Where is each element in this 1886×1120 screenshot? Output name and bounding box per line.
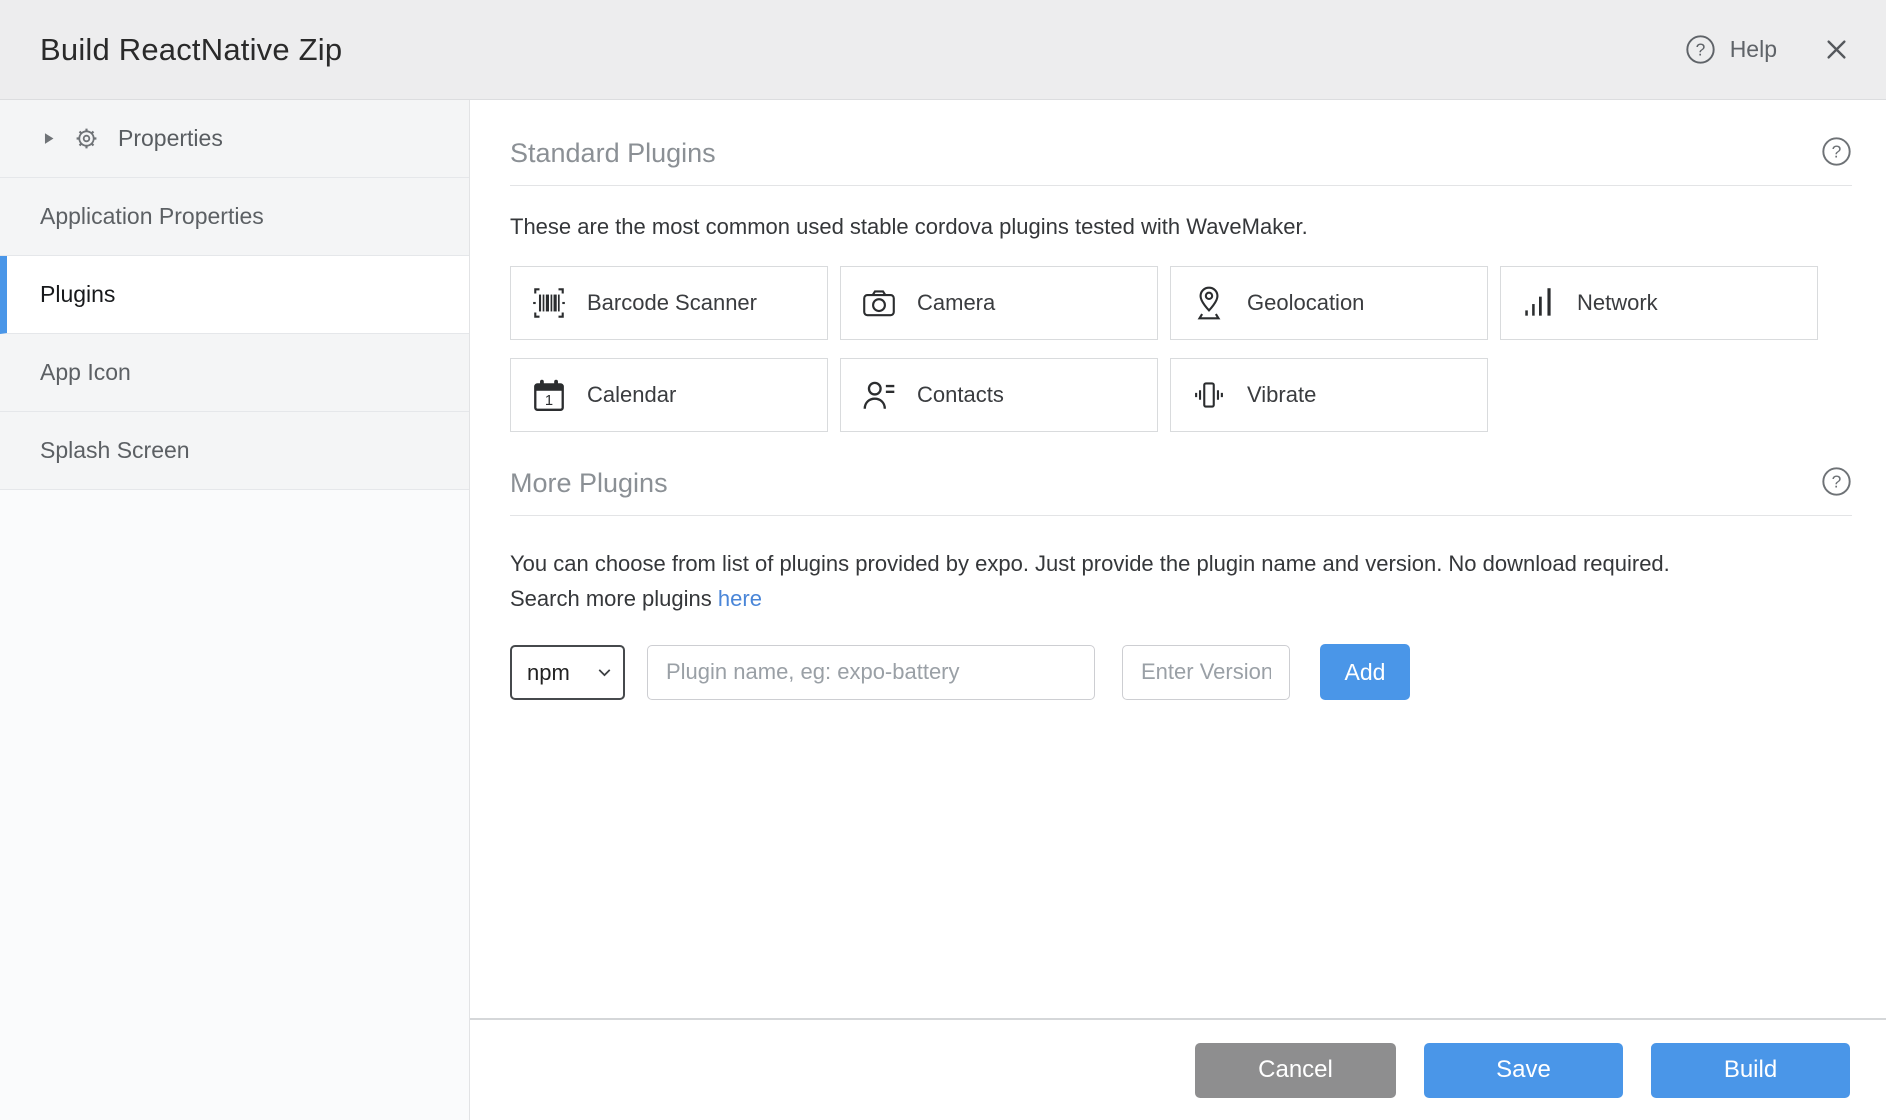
plugin-tile-label: Barcode Scanner — [587, 290, 757, 316]
dialog-title: Build ReactNative Zip — [40, 32, 342, 68]
add-plugin-form: npm Add — [510, 644, 1852, 700]
plugin-tile-label: Camera — [917, 290, 995, 316]
plugin-tile-label: Contacts — [917, 382, 1004, 408]
plugin-tile-contacts[interactable]: Contacts — [840, 358, 1158, 432]
plugin-tile-camera[interactable]: Camera — [840, 266, 1158, 340]
network-icon — [1519, 283, 1559, 323]
dialog-footer: Cancel Save Build — [470, 1018, 1886, 1120]
vibrate-icon — [1189, 375, 1229, 415]
sidebar-item-label: Properties — [118, 125, 223, 152]
plugin-tile-vibrate[interactable]: Vibrate — [1170, 358, 1488, 432]
plugin-name-input[interactable] — [647, 645, 1095, 700]
more-plugins-description: You can choose from list of plugins prov… — [510, 546, 1852, 616]
plugin-tile-label: Network — [1577, 290, 1658, 316]
sidebar-item-label: Application Properties — [40, 203, 264, 230]
sidebar: Properties Application Properties Plugins… — [0, 100, 470, 1120]
barcode-icon — [529, 283, 569, 323]
camera-icon — [859, 283, 899, 323]
sidebar-item-application-properties[interactable]: Application Properties — [0, 178, 469, 256]
more-plugins-title: More Plugins — [510, 468, 668, 499]
more-plugins-help-icon[interactable]: ? — [1821, 466, 1852, 497]
sidebar-item-app-icon[interactable]: App Icon — [0, 334, 469, 412]
sidebar-item-plugins[interactable]: Plugins — [0, 256, 469, 334]
help-circle-icon: ? — [1685, 34, 1716, 65]
help-label: Help — [1730, 36, 1777, 63]
plugin-tile-geolocation[interactable]: Geolocation — [1170, 266, 1488, 340]
plugin-tiles: Barcode Scanner Camera Geolocation Network 1… — [510, 266, 1852, 432]
gear-icon — [73, 125, 100, 152]
geolocation-icon — [1189, 283, 1229, 323]
sidebar-item-label: App Icon — [40, 359, 131, 386]
caret-right-icon — [40, 130, 57, 147]
help-button[interactable]: ? Help — [1685, 34, 1777, 65]
more-plugins-description-line: You can choose from list of plugins prov… — [510, 546, 1852, 581]
plugin-tile-calendar[interactable]: 1 Calendar — [510, 358, 828, 432]
plugin-tile-network[interactable]: Network — [1500, 266, 1818, 340]
section-divider — [510, 185, 1852, 186]
standard-plugins-description: These are the most common used stable co… — [510, 214, 1852, 240]
standard-plugins-title: Standard Plugins — [510, 138, 716, 169]
search-more-link[interactable]: here — [718, 586, 762, 611]
svg-text:?: ? — [1832, 141, 1842, 161]
search-more-text: Search more plugins — [510, 586, 712, 611]
plugin-tile-barcode-scanner[interactable]: Barcode Scanner — [510, 266, 828, 340]
plugin-tile-label: Calendar — [587, 382, 676, 408]
sidebar-item-splash-screen[interactable]: Splash Screen — [0, 412, 469, 490]
build-button[interactable]: Build — [1651, 1043, 1850, 1098]
version-input[interactable] — [1122, 645, 1290, 700]
sidebar-item-label: Splash Screen — [40, 437, 190, 464]
calendar-icon: 1 — [529, 375, 569, 415]
svg-text:?: ? — [1695, 39, 1705, 59]
save-button[interactable]: Save — [1424, 1043, 1623, 1098]
close-icon[interactable] — [1823, 36, 1850, 63]
cancel-button[interactable]: Cancel — [1195, 1043, 1396, 1098]
svg-text:?: ? — [1832, 471, 1842, 491]
sidebar-item-properties[interactable]: Properties — [0, 100, 469, 178]
registry-select[interactable]: npm — [510, 645, 625, 700]
svg-text:1: 1 — [545, 393, 553, 409]
contacts-icon — [859, 375, 899, 415]
dialog-header: Build ReactNative Zip ? Help — [0, 0, 1886, 100]
sidebar-item-label: Plugins — [40, 281, 115, 308]
search-more-line: Search more plugins here — [510, 581, 1852, 616]
plugin-tile-label: Vibrate — [1247, 382, 1316, 408]
plugins-panel: Standard Plugins ? These are the most co… — [470, 100, 1886, 1120]
plugin-tile-label: Geolocation — [1247, 290, 1364, 316]
add-button[interactable]: Add — [1320, 644, 1410, 700]
section-divider — [510, 515, 1852, 516]
standard-plugins-help-icon[interactable]: ? — [1821, 136, 1852, 167]
